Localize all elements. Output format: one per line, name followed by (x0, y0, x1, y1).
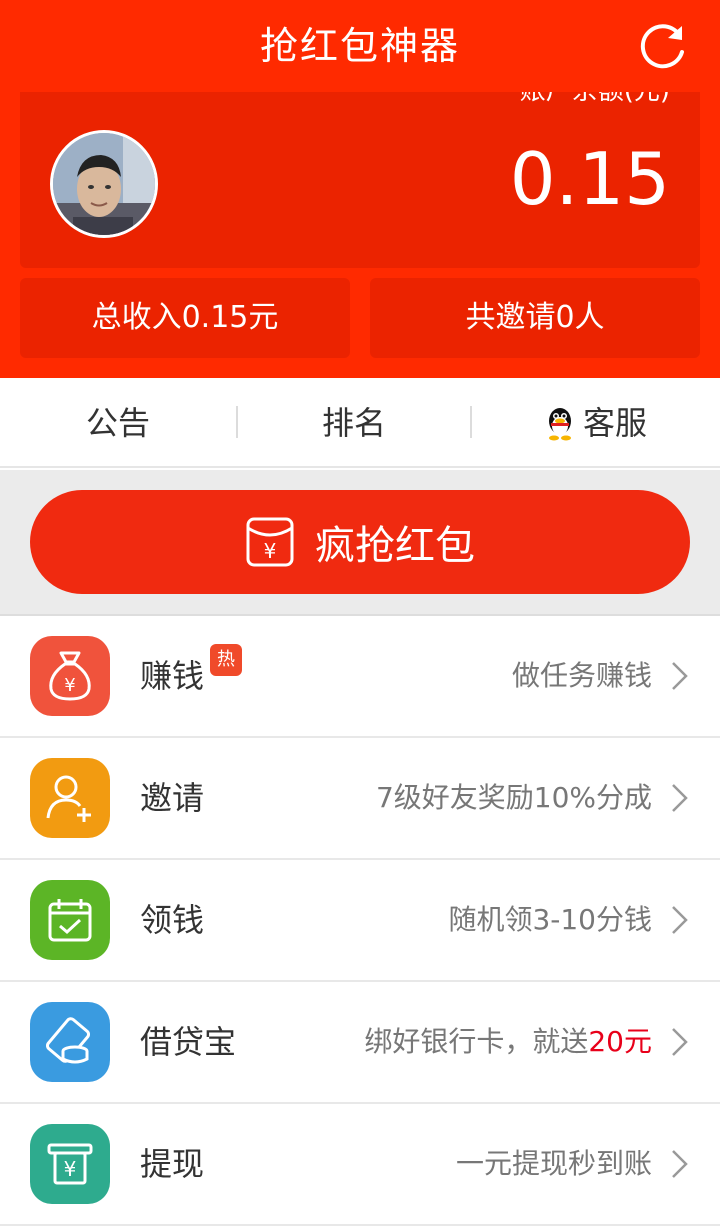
customer-service-link[interactable]: 客服 (472, 378, 720, 468)
chevron-right-icon (672, 1150, 688, 1178)
total-income-box[interactable]: 总收入0.15元 (20, 278, 350, 358)
loan-desc: 绑好银行卡，就送20元 (364, 982, 652, 1102)
svg-text:¥: ¥ (64, 1157, 77, 1181)
feature-list: ¥ 赚钱 热 做任务赚钱 邀请 7级好友奖励10%分成 领钱 随机领3-10分钱… (0, 616, 720, 1226)
svg-text:¥: ¥ (64, 675, 75, 696)
loan-title: 借贷宝 (140, 1023, 237, 1061)
earn-title: 赚钱 (140, 657, 205, 695)
money-bag-icon: ¥ (30, 636, 110, 716)
grab-area: ¥ 疯抢红包 (0, 470, 720, 616)
balance-card: 账户余额(元) 0.15 (20, 92, 700, 268)
announcement-link[interactable]: 公告 (0, 378, 236, 468)
list-item-collect[interactable]: 领钱 随机领3-10分钱 (0, 860, 720, 982)
add-user-icon (30, 758, 110, 838)
earn-desc: 做任务赚钱 (511, 659, 652, 692)
app-title: 抢红包神器 (259, 24, 460, 68)
ranking-link[interactable]: 排名 (238, 378, 470, 468)
withdraw-title: 提现 (140, 1145, 205, 1183)
grab-red-envelope-button[interactable]: ¥ 疯抢红包 (30, 490, 690, 594)
customer-service-label: 客服 (582, 404, 647, 442)
withdraw-desc: 一元提现秒到账 (455, 1147, 652, 1180)
list-item-earn[interactable]: ¥ 赚钱 热 做任务赚钱 (0, 616, 720, 738)
list-item-withdraw[interactable]: ¥ 提现 一元提现秒到账 (0, 1104, 720, 1226)
list-item-loan[interactable]: 借贷宝 绑好银行卡，就送20元 (0, 982, 720, 1104)
balance-value: 0.15 (509, 137, 670, 221)
refresh-icon (640, 24, 684, 69)
chevron-right-icon (672, 662, 688, 690)
chevron-right-icon (672, 906, 688, 934)
calendar-check-icon (30, 880, 110, 960)
refresh-button[interactable] (634, 18, 694, 74)
chevron-right-icon (672, 1028, 688, 1056)
red-envelope-icon: ¥ (246, 517, 294, 567)
atm-withdraw-icon: ¥ (30, 1124, 110, 1204)
avatar-photo (53, 133, 155, 235)
qq-penguin-icon (548, 408, 571, 441)
quick-nav: 公告 排名 客服 (0, 378, 720, 468)
collect-title: 领钱 (140, 901, 205, 939)
svg-text:¥: ¥ (264, 539, 277, 563)
loan-desc-text: 绑好银行卡，就送 (364, 1025, 589, 1058)
invite-title: 邀请 (140, 779, 205, 817)
header: 抢红包神器 账户余额(元) 0.15 总收入0.15元 共邀请0人 (0, 0, 720, 378)
collect-desc: 随机领3-10分钱 (448, 903, 652, 936)
chevron-right-icon (672, 784, 688, 812)
loan-bonus-amount: 20元 (588, 1025, 652, 1058)
list-item-invite[interactable]: 邀请 7级好友奖励10%分成 (0, 738, 720, 860)
avatar[interactable] (50, 130, 158, 238)
invite-desc: 7级好友奖励10%分成 (375, 781, 652, 814)
card-coins-icon (30, 1002, 110, 1082)
grab-button-label: 疯抢红包 (315, 523, 475, 569)
invite-count-box[interactable]: 共邀请0人 (370, 278, 700, 358)
balance-label: 账户余额(元) (520, 92, 670, 106)
hot-badge: 热 (210, 644, 242, 676)
